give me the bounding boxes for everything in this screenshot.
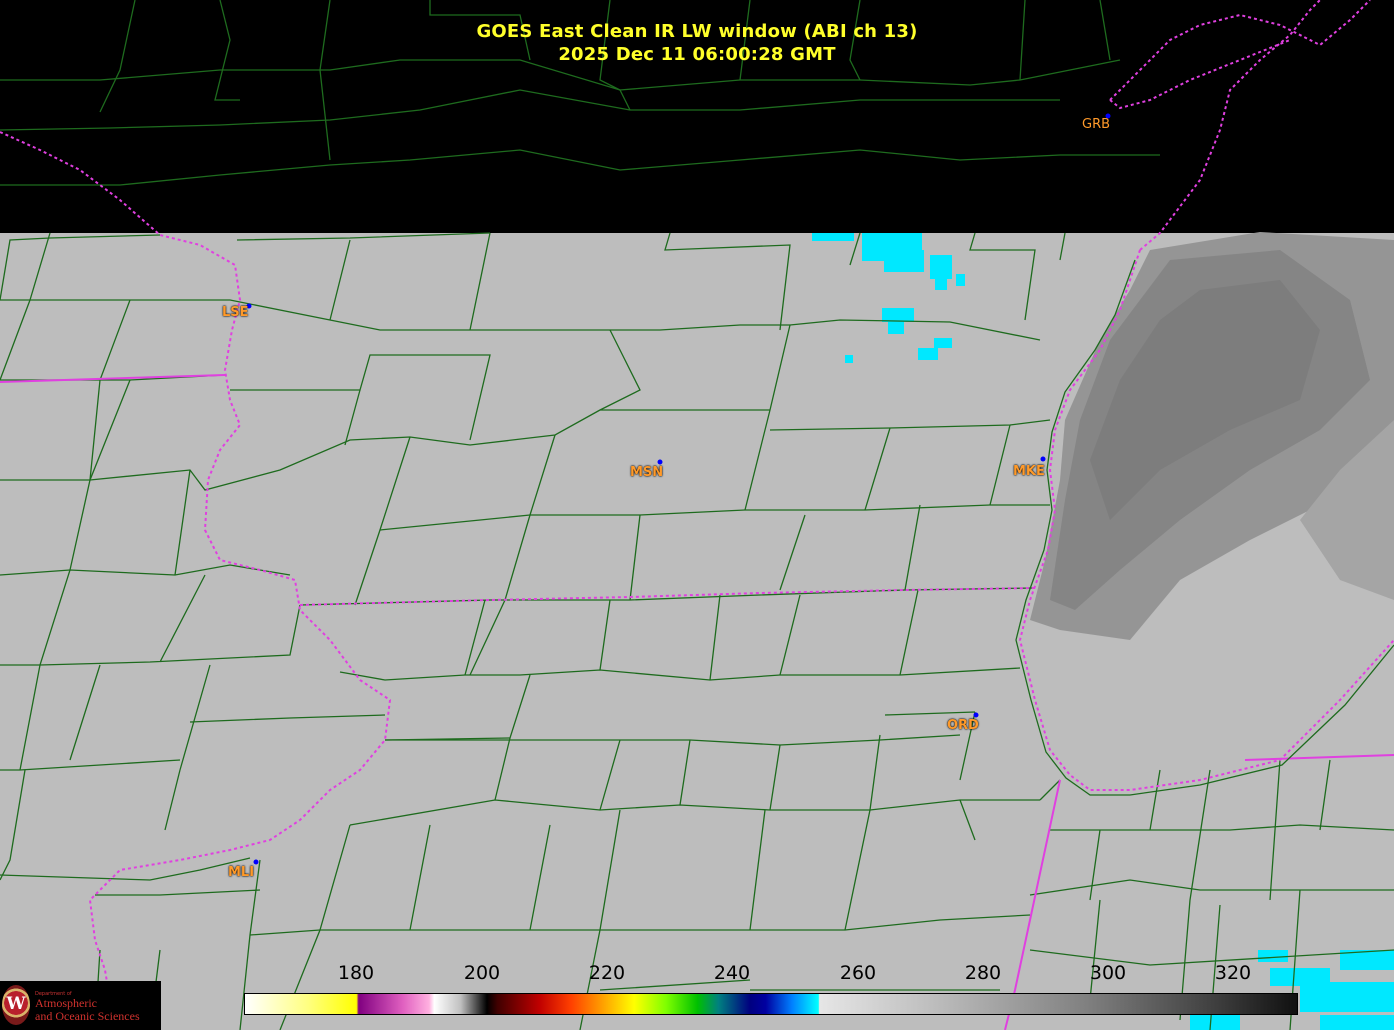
- colorbar-tick-280: 280: [964, 962, 1002, 984]
- aos-logo: W Department of Atmospheric and Oceanic …: [0, 981, 161, 1030]
- station-label-lse: LSE: [222, 305, 249, 320]
- logo-name-line2: and Oceanic Sciences: [35, 1009, 140, 1023]
- temperature-colorbar: [244, 993, 1298, 1015]
- satellite-map: [0, 0, 1394, 1030]
- station-label-mke: MKE: [1013, 464, 1045, 479]
- station-dot-ord: [973, 712, 979, 718]
- colorbar-tick-220: 220: [588, 962, 626, 984]
- colorbar-tick-180: 180: [337, 962, 375, 984]
- map-timestamp: 2025 Dec 11 06:00:28 GMT: [558, 44, 836, 65]
- station-dot-mke: [1040, 456, 1046, 462]
- station-label-msn: MSN: [630, 465, 664, 480]
- map-title: GOES East Clean IR LW window (ABI ch 13): [476, 21, 918, 42]
- station-label-mli: MLI: [228, 865, 255, 880]
- station-dot-msn: [657, 459, 663, 465]
- station-dot-mli: [253, 859, 259, 865]
- colorbar-tick-240: 240: [713, 962, 751, 984]
- logo-name: Atmospheric and Oceanic Sciences: [35, 997, 140, 1023]
- colorbar-tick-300: 300: [1089, 962, 1127, 984]
- uw-crest-icon: W: [2, 985, 30, 1025]
- station-label-ord: ORD: [947, 718, 979, 733]
- station-label-grb: GRB: [1082, 117, 1111, 132]
- colorbar-tick-320: 320: [1214, 962, 1252, 984]
- colorbar-tick-260: 260: [839, 962, 877, 984]
- colorbar-tick-200: 200: [463, 962, 501, 984]
